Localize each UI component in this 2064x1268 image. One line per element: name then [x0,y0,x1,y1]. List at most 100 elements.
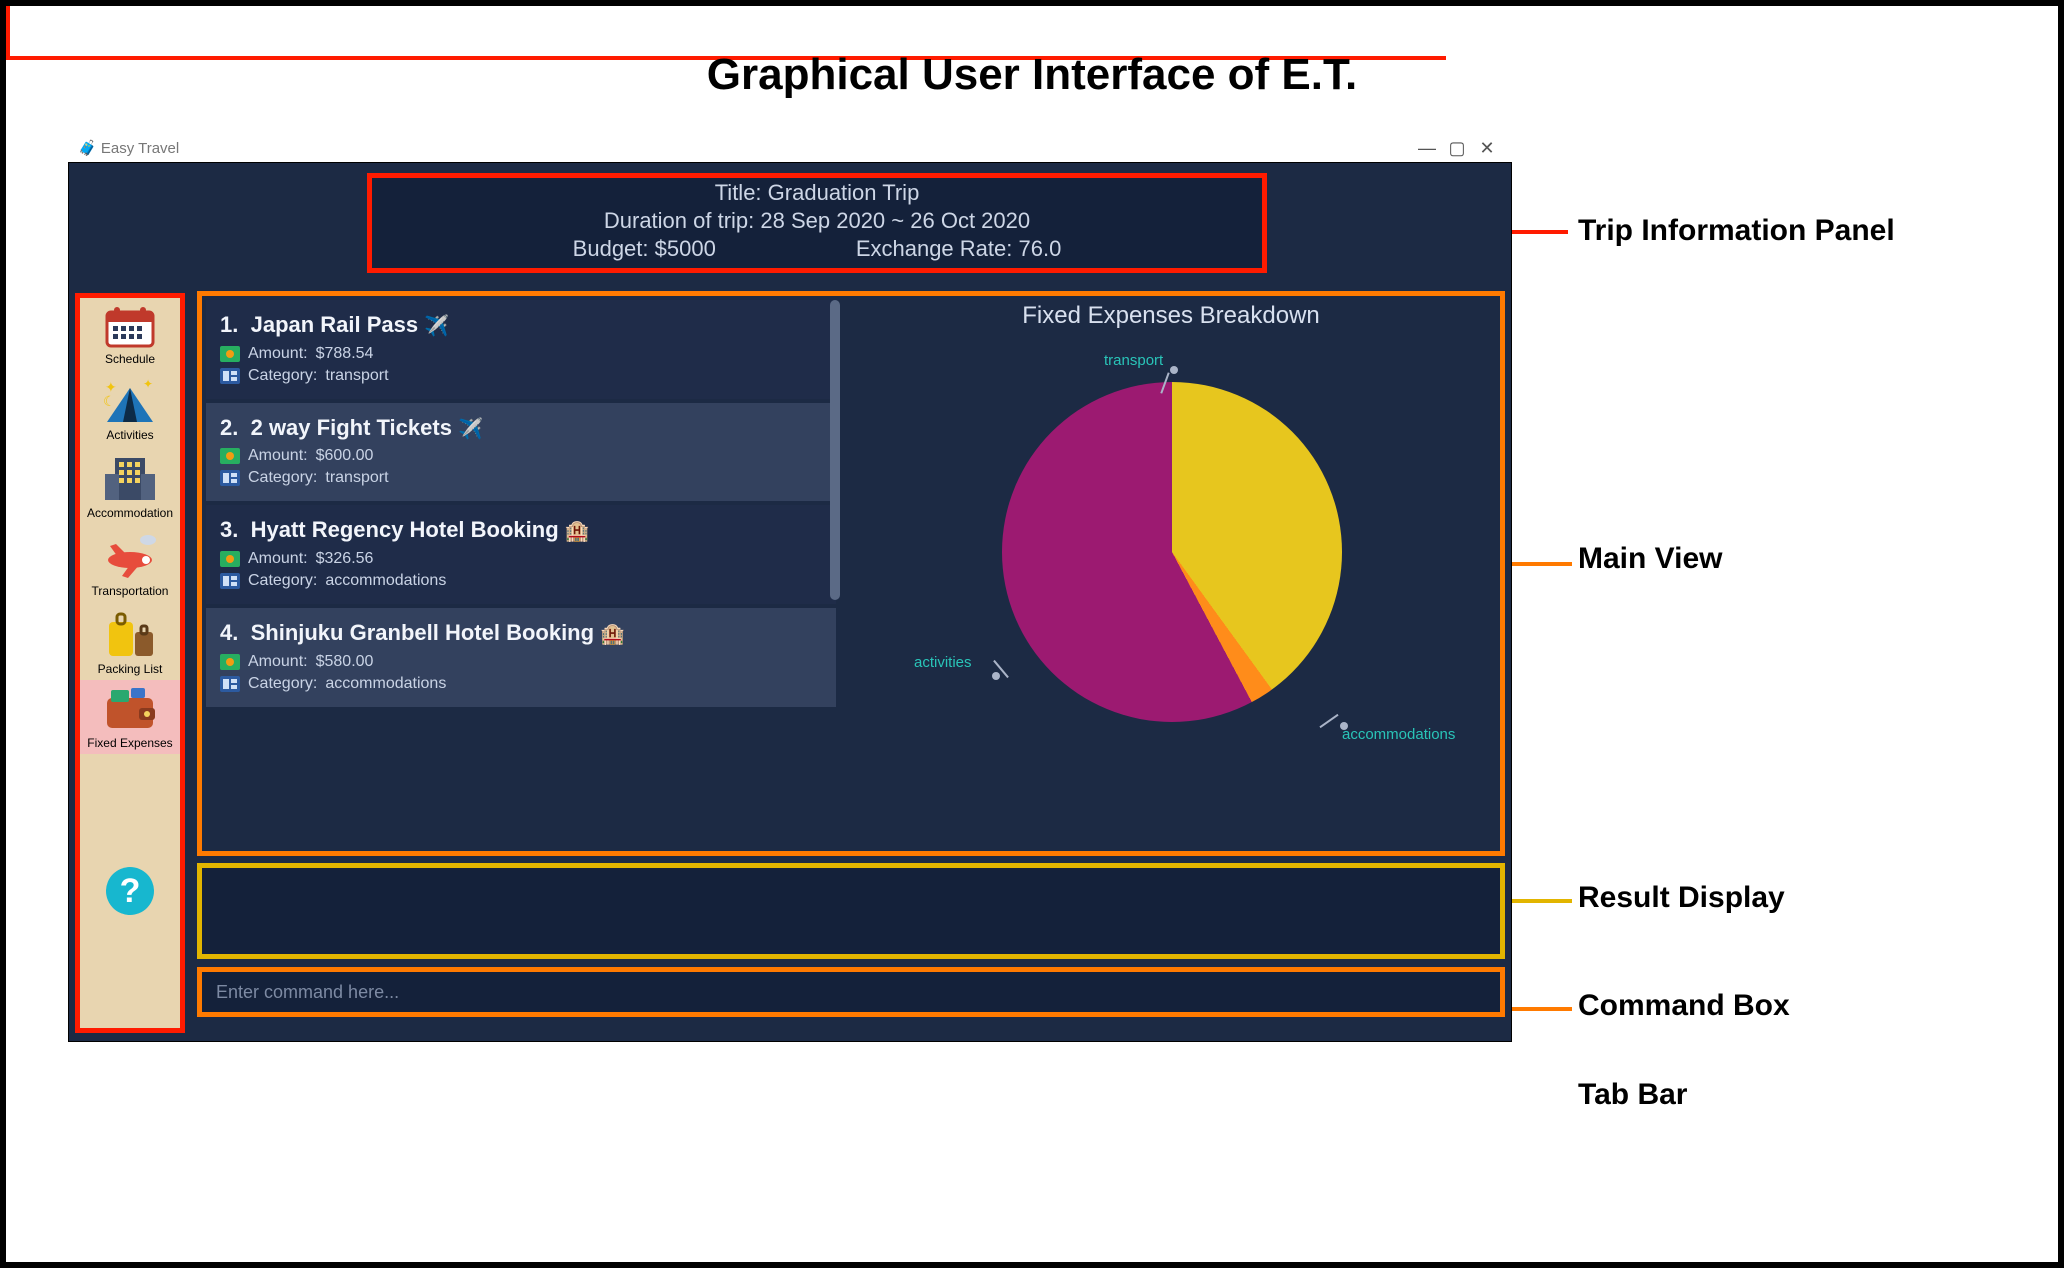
category-value: transport [325,469,388,487]
amount-label: Amount: [248,345,308,363]
leader-line [1512,562,1572,566]
tab-fixed-expenses[interactable]: Fixed Expenses [80,680,180,754]
annotation-main-view: Main View [1578,542,1723,576]
page-title: Graphical User Interface of E.T. [6,50,2058,100]
tab-label: Activities [106,428,153,442]
tab-label: Accommodation [87,506,173,520]
tab-label: Schedule [105,352,155,366]
building-icon [101,452,159,504]
tab-activities[interactable]: ✦✦☾ Activities [80,370,180,446]
tab-label: Fixed Expenses [87,736,172,750]
trip-budget-label: Budget: [573,236,655,261]
result-display [197,863,1505,959]
item-title: 2 way Fight Tickets [251,415,452,440]
command-placeholder: Enter command here... [216,982,399,1003]
item-index: 4. [220,620,238,645]
pie-label-transport: transport [1104,352,1163,369]
window-titlebar: 🧳 Easy Travel — ▢ ✕ [68,134,1512,162]
app-name: Easy Travel [101,140,179,157]
trip-rate-label: Exchange Rate: [856,236,1019,261]
svg-text:☾: ☾ [103,393,116,409]
annotation-tab-bar: Tab Bar [1578,1078,1687,1112]
command-box[interactable]: Enter command here... [197,967,1505,1017]
trip-info-panel: Title: Graduation Trip Duration of trip:… [367,173,1267,273]
trip-duration-value: 28 Sep 2020 ~ 26 Oct 2020 [760,208,1030,233]
trip-duration-label: Duration of trip: [604,208,761,233]
item-index: 2. [220,415,238,440]
tent-icon: ✦✦☾ [101,376,159,426]
leader-line [1512,899,1572,903]
category-icon [220,676,240,692]
app-body: Title: Graduation Trip Duration of trip:… [68,162,1512,1042]
amount-value: $580.00 [316,653,374,671]
scrollbar[interactable] [830,300,840,600]
wallet-icon [101,686,159,734]
tab-transportation[interactable]: Transportation [80,524,180,602]
item-title: Shinjuku Granbell Hotel Booking [251,620,594,645]
help-icon: ? [103,864,157,918]
plane-emoji-icon: ✈️ [458,418,483,440]
expense-item[interactable]: 3. Hyatt Regency Hotel Booking 🏨 Amount:… [206,505,836,604]
amount-label: Amount: [248,447,308,465]
money-icon [220,448,240,464]
item-index: 1. [220,312,238,337]
chart-title: Fixed Expenses Breakdown [842,302,1500,330]
plane-icon [100,530,160,582]
app-logo-icon: 🧳 [78,139,97,157]
tab-bar: Schedule ✦✦☾ Activities Accommodation Tr… [75,293,185,1033]
tab-help[interactable]: ? [80,754,180,1028]
item-title: Japan Rail Pass [251,312,419,337]
leader-line [6,6,10,56]
money-icon [220,551,240,567]
money-icon [220,346,240,362]
amount-value: $326.56 [316,550,374,568]
svg-text:✦: ✦ [143,377,153,391]
category-value: transport [325,367,388,385]
item-index: 3. [220,517,238,542]
tab-packing[interactable]: Packing List [80,602,180,680]
trip-budget-value: $5000 [655,236,716,261]
tab-accommodation[interactable]: Accommodation [80,446,180,524]
window-minimize-button[interactable]: — [1412,138,1442,159]
chart-pane: Fixed Expenses Breakdown transport activ… [842,296,1500,851]
annotation-result-display: Result Display [1578,881,1785,915]
annotation-trip-info: Trip Information Panel [1578,214,1895,248]
expense-item[interactable]: 2. 2 way Fight Tickets ✈️ Amount: $600.0… [206,403,836,502]
svg-text:?: ? [120,872,141,910]
category-label: Category: [248,572,317,590]
pie-dot [992,672,1000,680]
amount-label: Amount: [248,550,308,568]
pie-dot [1170,366,1178,374]
calendar-icon [103,304,157,350]
category-label: Category: [248,367,317,385]
money-icon [220,654,240,670]
pie-label-accommodations: accommodations [1342,726,1455,743]
hotel-emoji-icon: 🏨 [600,624,625,646]
trip-rate-value: 76.0 [1018,236,1061,261]
luggage-icon [101,608,159,660]
pie-chart [1002,382,1342,722]
expense-list[interactable]: 1. Japan Rail Pass ✈️ Amount: $788.54 Ca… [202,296,842,851]
window-maximize-button[interactable]: ▢ [1442,138,1472,159]
category-icon [220,573,240,589]
category-label: Category: [248,675,317,693]
item-title: Hyatt Regency Hotel Booking [251,517,559,542]
amount-label: Amount: [248,653,308,671]
main-view: 1. Japan Rail Pass ✈️ Amount: $788.54 Ca… [197,291,1505,856]
tab-label: Transportation [92,584,169,598]
plane-emoji-icon: ✈️ [424,316,449,338]
window-close-button[interactable]: ✕ [1472,138,1502,159]
expense-item[interactable]: 4. Shinjuku Granbell Hotel Booking 🏨 Amo… [206,608,836,707]
amount-value: $600.00 [316,447,374,465]
pie-tick [1319,714,1338,728]
annotation-command-box: Command Box [1578,989,1790,1023]
category-icon [220,368,240,384]
trip-title-value: Graduation Trip [768,180,920,205]
category-label: Category: [248,469,317,487]
leader-line [1512,1007,1572,1011]
tab-schedule[interactable]: Schedule [80,298,180,370]
trip-title-label: Title: [715,180,768,205]
hotel-emoji-icon: 🏨 [565,521,590,543]
expense-item[interactable]: 1. Japan Rail Pass ✈️ Amount: $788.54 Ca… [206,300,836,399]
category-value: accommodations [325,675,446,693]
